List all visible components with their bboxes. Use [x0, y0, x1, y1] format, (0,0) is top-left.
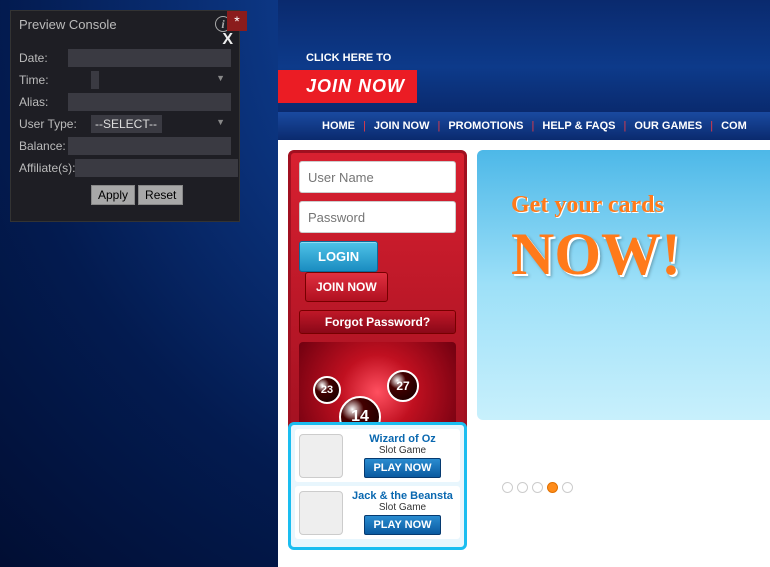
game-thumb	[299, 434, 343, 478]
games-box: Wizard of Oz Slot Game PLAY NOW Jack & t…	[288, 422, 467, 550]
game-title: Jack & the Beansta	[349, 490, 456, 502]
carousel-dot-active[interactable]	[547, 482, 558, 493]
balance-label: Balance:	[19, 139, 68, 153]
hero-line2: NOW!	[511, 220, 681, 289]
forgot-password-link[interactable]: Forgot Password?	[299, 310, 456, 334]
play-now-button[interactable]: PLAY NOW	[364, 458, 440, 478]
username-input[interactable]	[299, 161, 456, 193]
nav-more[interactable]: COM	[713, 120, 755, 132]
bingo-ball-icon: 27	[387, 370, 419, 402]
game-row: Wizard of Oz Slot Game PLAY NOW	[295, 429, 460, 482]
carousel-dot[interactable]	[502, 482, 513, 493]
carousel-dot[interactable]	[562, 482, 573, 493]
game-thumb	[299, 491, 343, 535]
game-title: Wizard of Oz	[349, 433, 456, 445]
play-now-button[interactable]: PLAY NOW	[364, 515, 440, 535]
preview-console: Preview Console i * X Date: Time: Alias:…	[10, 10, 240, 222]
star-badge[interactable]: *	[227, 11, 247, 31]
nav-help-faqs[interactable]: HELP & FAQS	[534, 120, 623, 132]
affiliates-label: Affiliate(s):	[19, 161, 75, 175]
site-header: CLICK HERE TO JOIN NOW 7 Mirr BINGO	[278, 0, 770, 112]
alias-input[interactable]	[68, 93, 231, 111]
bingo-ball-icon: 23	[313, 376, 341, 404]
nav-our-games[interactable]: OUR GAMES	[626, 120, 710, 132]
click-here-text: CLICK HERE TO	[306, 52, 391, 64]
time-label: Time:	[19, 73, 91, 87]
game-subtitle: Slot Game	[349, 445, 456, 456]
carousel-dot[interactable]	[532, 482, 543, 493]
usertype-select[interactable]: --SELECT--	[91, 115, 162, 133]
console-body: Date: Time: Alias: User Type: --SELECT--	[11, 37, 239, 221]
console-titlebar: Preview Console i * X	[11, 11, 239, 37]
usertype-label: User Type:	[19, 117, 91, 131]
hero-banner: Get your cards NOW! P	[477, 150, 770, 420]
join-now-button[interactable]: JOIN NOW	[305, 272, 388, 302]
balance-input[interactable]	[68, 137, 231, 155]
date-input[interactable]	[68, 49, 231, 67]
console-title: Preview Console	[19, 17, 215, 32]
apply-button[interactable]: Apply	[91, 185, 135, 205]
login-button[interactable]: LOGIN	[299, 241, 378, 272]
carousel-dot[interactable]	[517, 482, 528, 493]
time-select[interactable]	[91, 71, 99, 89]
nav-promotions[interactable]: PROMOTIONS	[440, 120, 531, 132]
game-row: Jack & the Beansta Slot Game PLAY NOW	[295, 486, 460, 539]
main-nav: HOME| JOIN NOW| PROMOTIONS| HELP & FAQS|…	[278, 112, 770, 140]
alias-label: Alias:	[19, 95, 68, 109]
site-content: LOGIN JOIN NOW Forgot Password? 23 27 14…	[278, 140, 770, 567]
affiliates-input[interactable]	[75, 159, 238, 177]
login-box: LOGIN JOIN NOW Forgot Password? 23 27 14	[288, 150, 467, 453]
nav-home[interactable]: HOME	[314, 120, 363, 132]
join-now-top-button[interactable]: JOIN NOW	[278, 70, 417, 103]
website-preview: CLICK HERE TO JOIN NOW 7 Mirr BINGO HOME…	[278, 0, 770, 567]
nav-join-now[interactable]: JOIN NOW	[366, 120, 438, 132]
date-label: Date:	[19, 51, 68, 65]
carousel-dots	[502, 482, 573, 493]
hero-line1: Get your cards	[511, 192, 664, 219]
close-icon[interactable]: X	[222, 31, 233, 49]
reset-button[interactable]: Reset	[138, 185, 183, 205]
password-input[interactable]	[299, 201, 456, 233]
game-subtitle: Slot Game	[349, 502, 456, 513]
